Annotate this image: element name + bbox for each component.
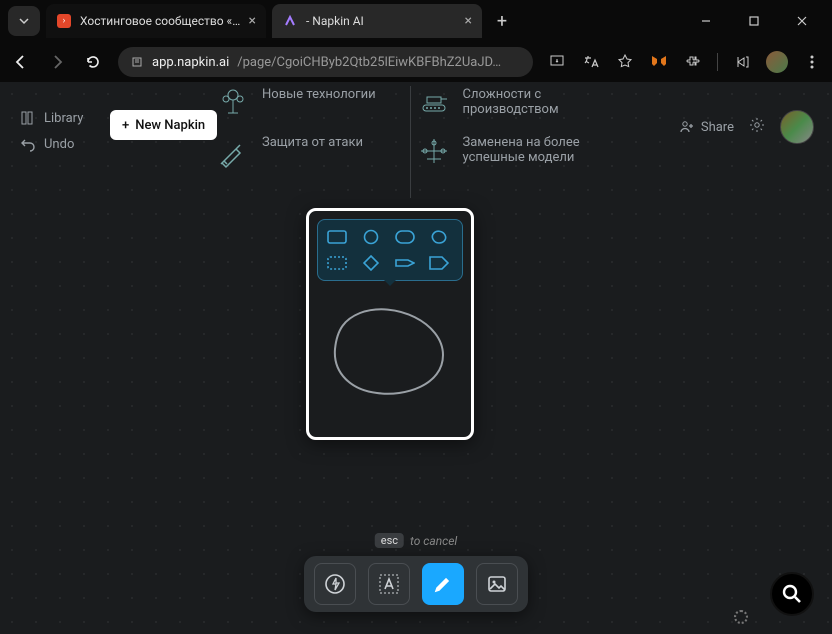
image-tool[interactable] (476, 563, 518, 605)
extensions-icon[interactable] (683, 52, 703, 72)
pen-icon (432, 573, 454, 595)
chevron-down-icon (18, 15, 30, 27)
shape-rounded[interactable] (394, 228, 416, 246)
shape-arrow-right[interactable] (394, 254, 416, 272)
undo-button[interactable]: Undo (20, 136, 83, 152)
bottom-toolbar (304, 556, 528, 612)
undo-label: Undo (44, 137, 74, 152)
tab-1-active[interactable]: - Napkin AI × (272, 4, 482, 38)
settings-button[interactable] (748, 116, 766, 138)
site-settings-icon (130, 55, 144, 69)
url-domain: app.napkin.ai (152, 55, 229, 70)
window-close[interactable] (780, 6, 824, 36)
window-controls (684, 6, 824, 36)
left-toolbar: Library Undo (20, 110, 83, 152)
diagram-item-3[interactable]: Заменена на более успешные модели (417, 135, 605, 169)
image-icon (486, 573, 508, 595)
menu-icon[interactable] (802, 52, 822, 72)
spark-tool[interactable] (314, 563, 356, 605)
napkin-canvas[interactable]: Library Undo + New Napkin Share Новые те… (0, 82, 832, 634)
selected-blob-shape[interactable] (325, 295, 455, 405)
new-tab-button[interactable]: + (488, 7, 516, 35)
diagram-item-1[interactable]: Защита от атаки (216, 135, 404, 169)
profile-avatar[interactable] (766, 51, 788, 73)
tabs-dropdown[interactable] (8, 6, 40, 36)
esc-key: esc (375, 533, 404, 548)
share-label: Share (701, 120, 734, 135)
esc-hint: esc to cancel (375, 533, 458, 548)
window-minimize[interactable] (684, 6, 728, 36)
text-tool[interactable] (368, 563, 410, 605)
draw-tool[interactable] (422, 563, 464, 605)
tab-1-title: - Napkin AI (306, 14, 457, 28)
diagram-item-0[interactable]: Новые технологии (216, 87, 404, 121)
tree-icon (216, 87, 250, 121)
tab-0-close[interactable]: × (249, 13, 256, 29)
diagram-content: Новые технологии Защита от атаки Сложнос… (210, 82, 610, 202)
diagram-item-2-text: Сложности с производством (463, 87, 605, 117)
tank-icon (417, 87, 451, 121)
tab-0-title: Хостинговое сообщество «Tim (80, 14, 241, 28)
diagram-item-2[interactable]: Сложности с производством (417, 87, 605, 121)
new-napkin-label: New Napkin (135, 118, 205, 133)
esc-text: to cancel (410, 534, 457, 548)
bookmark-star-icon[interactable] (615, 52, 635, 72)
user-avatar[interactable] (780, 110, 814, 144)
shape-dashed-rect[interactable] (326, 254, 348, 272)
library-icon (20, 110, 36, 126)
text-icon (378, 573, 400, 595)
sword-icon (216, 135, 250, 169)
browser-titlebar: › Хостинговое сообщество «Tim × - Napkin… (0, 0, 832, 42)
nav-reload[interactable] (82, 53, 104, 71)
shape-tag[interactable] (428, 254, 450, 272)
selected-shape-frame[interactable] (306, 208, 474, 440)
gear-icon (748, 116, 766, 134)
nav-back[interactable] (10, 53, 32, 71)
window-maximize[interactable] (732, 6, 776, 36)
favicon-1 (282, 13, 298, 29)
shape-palette (317, 219, 463, 281)
library-button[interactable]: Library (20, 110, 83, 126)
new-napkin-button[interactable]: + New Napkin (110, 110, 217, 140)
media-control-icon[interactable] (732, 52, 752, 72)
spark-icon (324, 573, 346, 595)
shape-rectangle[interactable] (326, 228, 348, 246)
install-app-icon[interactable] (547, 52, 567, 72)
url-path: /page/CgoiCHByb2Qtb25lEiwKBFBhZ2UaJD… (237, 55, 501, 70)
saving-indicator (734, 610, 754, 624)
diagram-item-3-text: Заменена на более успешные модели (463, 135, 605, 165)
diagram-item-1-text: Защита от атаки (262, 135, 363, 150)
spinner-icon (734, 610, 748, 624)
browser-address-bar: app.napkin.ai/page/CgoiCHByb2Qtb25lEiwKB… (0, 42, 832, 82)
tab-1-close[interactable]: × (465, 13, 472, 29)
shape-blob[interactable] (428, 228, 450, 246)
magnifier-icon (781, 583, 803, 605)
favicon-0: › (56, 13, 72, 29)
right-toolbar: Share (679, 110, 814, 144)
translate-icon[interactable] (581, 52, 601, 72)
metamask-icon[interactable] (649, 52, 669, 72)
palette-pointer (384, 280, 396, 286)
undo-icon (20, 136, 36, 152)
shape-diamond[interactable] (360, 254, 382, 272)
tab-0[interactable]: › Хостинговое сообщество «Tim × (46, 4, 266, 38)
url-bar[interactable]: app.napkin.ai/page/CgoiCHByb2Qtb25lEiwKB… (118, 47, 533, 77)
shape-circle[interactable] (360, 228, 382, 246)
diagram-item-0-text: Новые технологии (262, 87, 376, 102)
plane-icon (417, 135, 451, 169)
plus-icon: + (122, 118, 129, 133)
share-button[interactable]: Share (679, 119, 734, 135)
separator (717, 53, 718, 71)
nav-forward[interactable] (46, 53, 68, 71)
search-fab[interactable] (770, 572, 814, 616)
library-label: Library (44, 111, 83, 126)
share-person-icon (679, 119, 695, 135)
